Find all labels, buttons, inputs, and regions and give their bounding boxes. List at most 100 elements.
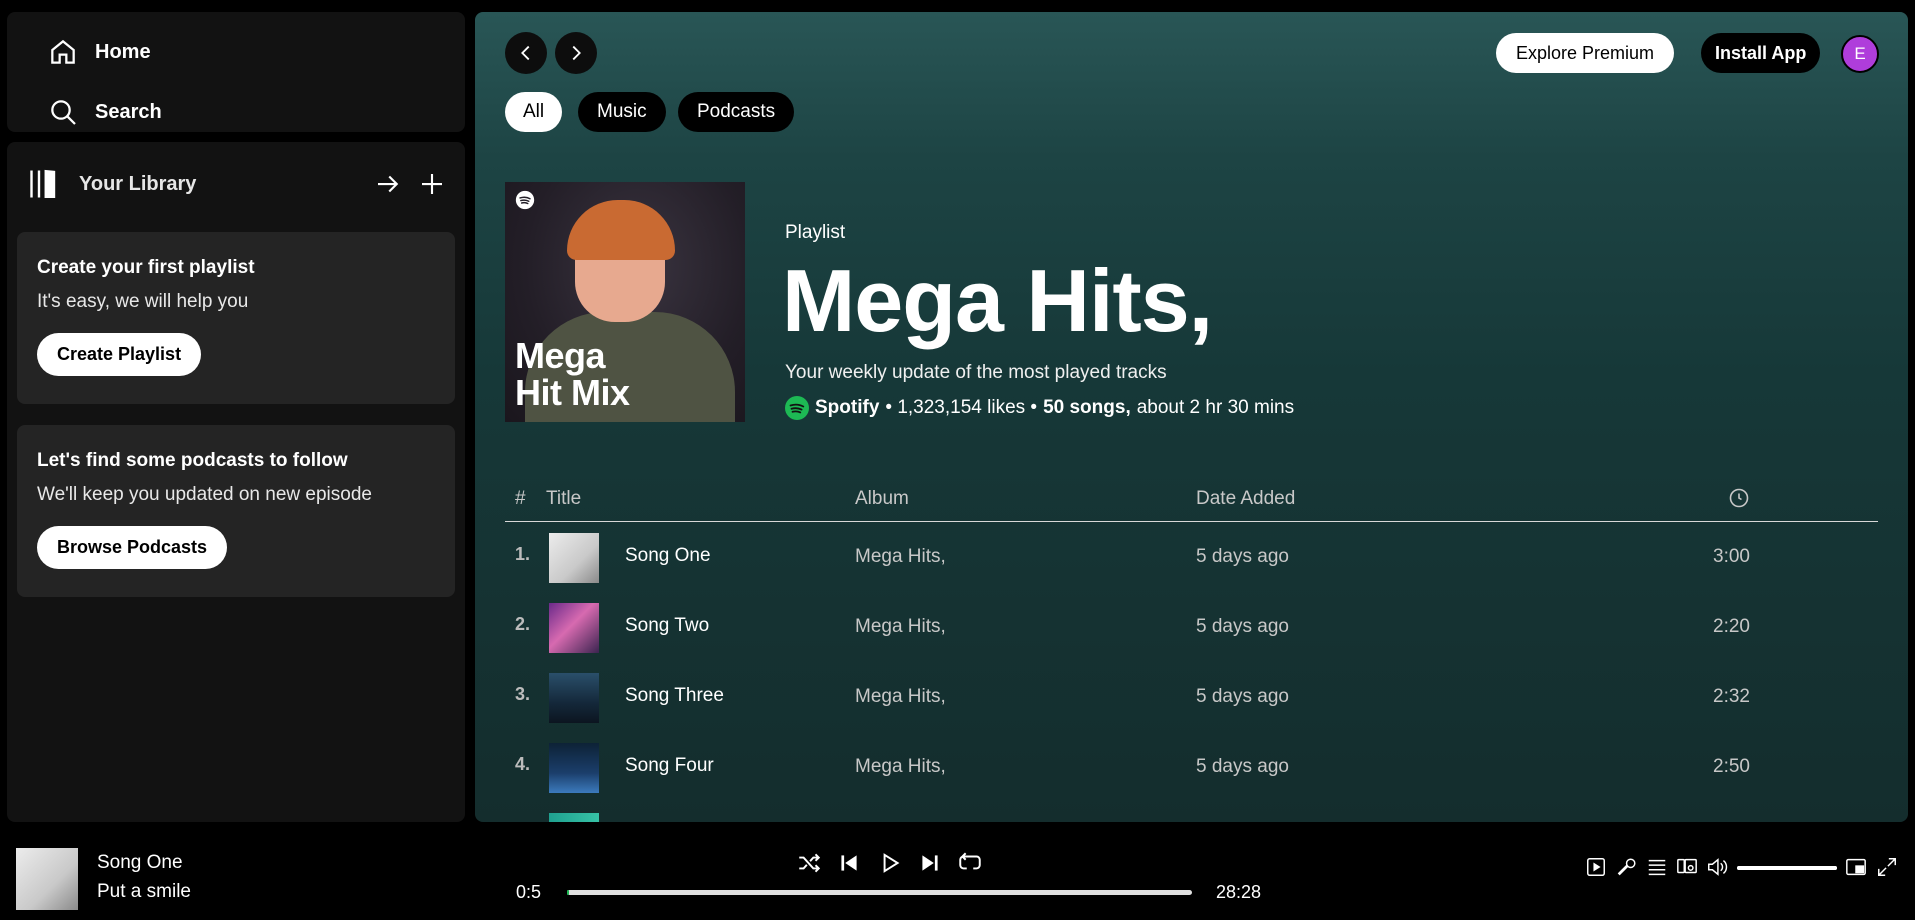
now-playing-artist[interactable]: Put a smile	[97, 881, 191, 903]
playlist-cover: Mega Hit Mix	[505, 182, 745, 422]
arrow-right-icon[interactable]	[373, 169, 403, 199]
install-app-button[interactable]: Install App	[1701, 33, 1821, 73]
track-thumbnail	[549, 673, 599, 723]
track-album[interactable]: Mega Hits,	[855, 546, 946, 568]
track-thumbnail	[549, 743, 599, 793]
chip-music[interactable]: Music	[578, 92, 666, 132]
track-album[interactable]: Mega Hits,	[855, 616, 946, 638]
track-thumbnail	[549, 533, 599, 583]
header-album[interactable]: Album	[855, 488, 909, 510]
create-playlist-button[interactable]: Create Playlist	[37, 333, 202, 376]
track-thumbnail	[549, 813, 599, 822]
card-title: Let's find some podcasts to follow	[37, 450, 348, 471]
play-button[interactable]	[877, 850, 903, 876]
track-thumbnail	[549, 603, 599, 653]
repeat-button[interactable]	[957, 850, 983, 876]
create-playlist-card: Create your first playlist It's easy, we…	[17, 232, 455, 404]
track-album[interactable]: Mega Hits,	[855, 756, 946, 778]
next-button[interactable]	[917, 850, 943, 876]
fullscreen-button[interactable]	[1876, 856, 1898, 878]
header-date-added[interactable]: Date Added	[1196, 488, 1295, 510]
spotify-logo-icon	[785, 396, 809, 420]
page-title: Mega Hits,	[782, 251, 1213, 350]
explore-premium-button[interactable]: Explore Premium	[1496, 33, 1675, 73]
home-icon	[51, 39, 75, 64]
miniplayer-button[interactable]	[1845, 856, 1867, 878]
table-row[interactable]: 4. Song Four Mega Hits, 5 days ago 2:50	[505, 734, 1878, 794]
back-button[interactable]	[505, 32, 547, 74]
card-subtitle: It's easy, we will help you	[37, 291, 249, 312]
header-title[interactable]: Title	[546, 488, 581, 510]
header-number: #	[515, 488, 526, 509]
playlist-type: Playlist	[785, 222, 846, 243]
total-time: 28:28	[1216, 882, 1262, 902]
chevron-left-icon	[521, 45, 530, 61]
next-icon	[922, 855, 938, 871]
playlist-meta: Spotify • 1,323,154 likes • 50 songs, ab…	[785, 396, 1294, 420]
spotify-logo-icon	[515, 190, 535, 210]
card-title: Create your first playlist	[37, 257, 255, 278]
queue-button[interactable]	[1646, 856, 1668, 878]
previous-icon	[841, 855, 857, 871]
track-date-added: 5 days ago	[1196, 616, 1289, 637]
volume-slider[interactable]	[1737, 866, 1837, 870]
now-playing-thumbnail[interactable]	[16, 848, 78, 910]
progress-fill	[567, 890, 569, 895]
track-date-added: 5 days ago	[1196, 686, 1289, 707]
shuffle-button[interactable]	[796, 850, 822, 876]
track-title[interactable]: Song One	[625, 545, 711, 567]
table-row[interactable]	[505, 804, 1878, 822]
nav-home[interactable]: Home	[47, 36, 151, 68]
lyrics-button[interactable]	[1616, 856, 1638, 878]
track-duration: 2:32	[1713, 686, 1750, 707]
previous-button[interactable]	[836, 850, 862, 876]
table-row[interactable]: 3. Song Three Mega Hits, 5 days ago 2:32	[505, 664, 1878, 724]
chip-all[interactable]: All	[505, 92, 563, 132]
nav-home-label: Home	[95, 40, 151, 63]
track-table-header: # Title Album Date Added	[505, 474, 1878, 522]
shuffle-icon	[799, 853, 821, 873]
track-duration: 2:50	[1713, 756, 1750, 777]
main-view: Explore Premium Install App E All Music …	[475, 12, 1908, 822]
current-time: 0:5	[516, 882, 542, 902]
now-playing-title[interactable]: Song One	[97, 852, 183, 874]
browse-podcasts-button[interactable]: Browse Podcasts	[37, 526, 228, 569]
cover-title: Mega Hit Mix	[515, 335, 630, 413]
track-date-added: 5 days ago	[1196, 756, 1289, 777]
track-title[interactable]: Song Four	[625, 755, 714, 777]
library-title[interactable]: Your Library	[79, 173, 196, 196]
podcasts-card: Let's find some podcasts to follow We'll…	[17, 425, 455, 597]
forward-button[interactable]	[555, 32, 597, 74]
avatar[interactable]: E	[1841, 35, 1879, 73]
volume-fill	[1737, 866, 1837, 870]
now-playing-view-button[interactable]	[1585, 856, 1607, 878]
clock-icon	[1729, 488, 1749, 508]
track-duration: 3:00	[1713, 546, 1750, 567]
playlist-duration: about 2 hr 30 mins	[1136, 397, 1295, 418]
library-panel: Your Library Create your first playlist …	[7, 142, 465, 822]
connect-device-button[interactable]	[1676, 856, 1698, 878]
player-bar: Song One Put a smile 0:5 28:28	[0, 830, 1915, 920]
track-number: 4.	[515, 754, 531, 774]
chevron-right-icon	[572, 45, 581, 61]
playlist-owner[interactable]: Spotify	[815, 397, 879, 419]
volume-button[interactable]	[1706, 856, 1728, 878]
table-row[interactable]: 1. Song One Mega Hits, 5 days ago 3:00	[505, 524, 1878, 584]
table-row[interactable]: 2. Song Two Mega Hits, 5 days ago 2:20	[505, 594, 1878, 654]
nav-search-label: Search	[95, 100, 162, 123]
track-title[interactable]: Song Three	[625, 685, 724, 707]
plus-icon[interactable]	[417, 169, 447, 199]
chip-podcasts[interactable]: Podcasts	[678, 92, 795, 132]
track-date-added: 5 days ago	[1196, 546, 1289, 567]
track-title[interactable]: Song Two	[625, 615, 709, 637]
lyrics-icon	[1617, 858, 1636, 876]
track-duration: 2:20	[1713, 616, 1750, 637]
playlist-song-count: 50 songs,	[1043, 397, 1131, 418]
playlist-description: Your weekly update of the most played tr…	[785, 362, 1167, 383]
library-icon[interactable]	[27, 166, 63, 202]
nav-search[interactable]: Search	[47, 96, 162, 128]
progress-bar[interactable]	[567, 890, 1192, 895]
track-album[interactable]: Mega Hits,	[855, 686, 946, 708]
track-number: 3.	[515, 684, 531, 704]
connect-device-icon	[1677, 858, 1697, 874]
